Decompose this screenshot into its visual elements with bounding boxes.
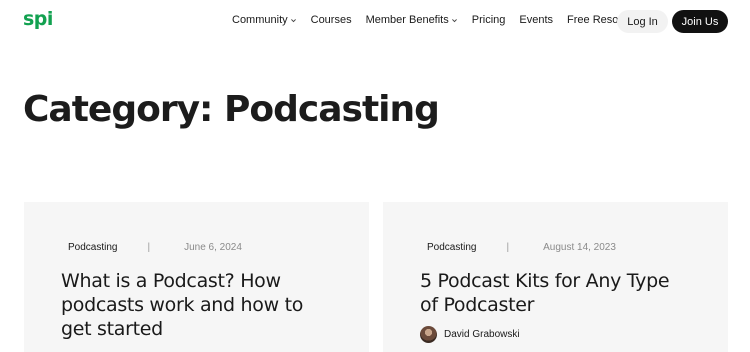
nav-community-label: Community [232,14,288,26]
nav-community[interactable]: Community [232,14,297,26]
chevron-down-icon [290,17,297,24]
meta-separator: | [147,242,151,253]
category-tag[interactable]: Podcasting [68,242,117,253]
login-button[interactable]: Log In [617,10,668,33]
post-title[interactable]: What is a Podcast? How podcasts work and… [61,269,331,341]
spi-logo[interactable]: spi [23,8,53,30]
main-nav: Community Courses Member Benefits Pricin… [232,14,668,26]
join-us-button[interactable]: Join Us [672,10,728,33]
meta-separator: | [506,242,510,253]
chevron-down-icon [451,17,458,24]
post-date: June 6, 2024 [184,242,242,253]
nav-events[interactable]: Events [519,14,553,26]
category-tag[interactable]: Podcasting [427,242,476,253]
nav-courses-label: Courses [310,14,352,26]
nav-events-label: Events [519,14,554,26]
post-meta: Podcasting | June 6, 2024 [68,242,242,253]
post-author[interactable]: David Grabowski [420,326,520,343]
nav-courses[interactable]: Courses [311,14,352,26]
post-card[interactable]: Podcasting | June 6, 2024 What is a Podc… [24,202,369,352]
author-name: David Grabowski [444,329,520,340]
post-title[interactable]: 5 Podcast Kits for Any Type of Podcaster [420,269,690,317]
post-meta: Podcasting | August 14, 2023 [427,242,616,253]
nav-member-benefits[interactable]: Member Benefits [366,14,458,26]
site-header: spi Community Courses Member Benefits Pr… [0,0,750,42]
nav-member-benefits-label: Member Benefits [365,14,449,26]
nav-pricing-label: Pricing [471,14,506,26]
post-date: August 14, 2023 [543,242,616,253]
nav-pricing[interactable]: Pricing [472,14,506,26]
post-card[interactable]: Podcasting | August 14, 2023 5 Podcast K… [383,202,728,352]
page-title: Category: Podcasting [23,89,440,130]
avatar [420,326,437,343]
